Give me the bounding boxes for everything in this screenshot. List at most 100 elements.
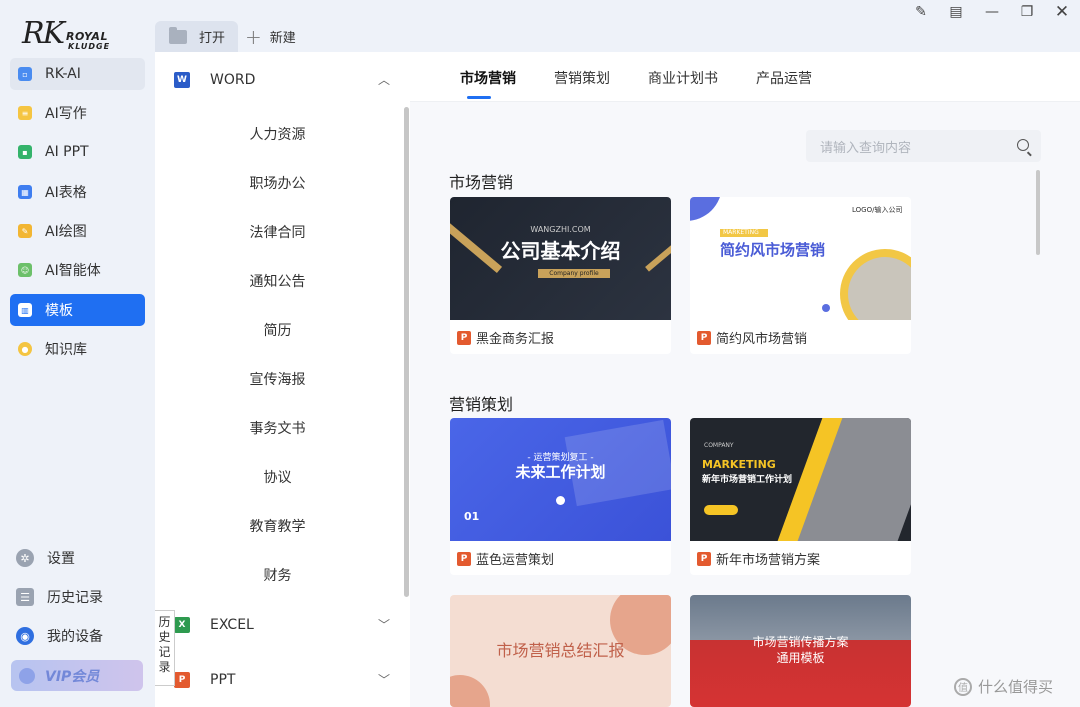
thumb-top-text: LOGO/输入公司 bbox=[852, 206, 903, 214]
template-card[interactable]: 市场营销传播方案 通用模板 bbox=[690, 595, 911, 707]
edit-icon[interactable]: ✎ bbox=[911, 2, 931, 22]
ppt-icon: P bbox=[697, 330, 711, 345]
logo-line2: KLUDGE bbox=[68, 42, 111, 51]
feedback-icon[interactable]: ▤ bbox=[946, 2, 966, 22]
chevron-down-icon[interactable]: ﹀ bbox=[378, 671, 390, 688]
thumb-title: 市场营销总结汇报 bbox=[496, 641, 625, 660]
ppt-icon: P bbox=[457, 330, 471, 345]
template-thumbnail: LOGO/输入公司 MARKETING 简约风市场营销 bbox=[690, 197, 911, 320]
thumb-title: 新年市场营销工作计划 bbox=[702, 475, 793, 485]
section-title: 市场营销 bbox=[449, 173, 514, 192]
history-side-tab[interactable]: 历 史 记 录 bbox=[155, 610, 175, 686]
template-card[interactable]: WANGZHI.COM 公司基本介绍 Company profile P 黑金商… bbox=[450, 197, 671, 354]
settings-label: 设置 bbox=[47, 551, 75, 567]
ai-draw-icon: ✎ bbox=[18, 224, 32, 238]
my-device-label: 我的设备 bbox=[47, 629, 103, 645]
thumb-subtitle: MARKETING bbox=[720, 229, 768, 237]
tab-planning[interactable]: 营销策划 bbox=[554, 68, 610, 88]
template-content: 市场营销 营销策划 商业计划书 产品运营 请输入查询内容 市场营销 WANGZH… bbox=[410, 52, 1080, 707]
subcategory-item[interactable]: 法律合同 bbox=[155, 222, 400, 242]
sidebar-item-label: AI写作 bbox=[45, 106, 87, 122]
open-button[interactable]: 打开 bbox=[155, 21, 238, 52]
sidebar-item-ai-writing[interactable]: ≡ AI写作 bbox=[10, 97, 145, 129]
template-card[interactable]: COMPANY MARKETING 新年市场营销工作计划 P 新年市场营销方案 bbox=[690, 418, 911, 575]
active-tab-indicator bbox=[467, 96, 491, 99]
ai-ppt-icon: ▪ bbox=[18, 145, 32, 159]
thumb-top-text: 01 bbox=[464, 510, 480, 523]
section-title: 营销策划 bbox=[449, 395, 514, 414]
new-label: 新建 bbox=[269, 31, 296, 46]
ppt-icon: P bbox=[697, 551, 711, 566]
search-placeholder: 请输入查询内容 bbox=[820, 140, 912, 156]
settings-button[interactable]: ✲ 设置 bbox=[16, 544, 75, 572]
template-thumbnail: COMPANY MARKETING 新年市场营销工作计划 bbox=[690, 418, 911, 541]
tab-business-plan[interactable]: 商业计划书 bbox=[648, 68, 718, 88]
subcategory-item[interactable]: 财务 bbox=[155, 565, 400, 585]
thumb-top-text: WANGZHI.COM bbox=[530, 225, 591, 234]
thumb-title: 简约风市场营销 bbox=[720, 241, 826, 259]
content-scrollbar[interactable] bbox=[1036, 170, 1040, 255]
template-thumbnail: 市场营销总结汇报 bbox=[450, 595, 671, 707]
category-ppt[interactable]: P PPT ﹀ bbox=[155, 652, 410, 707]
subcategory-item[interactable]: 事务文书 bbox=[155, 418, 400, 438]
template-card[interactable]: - 运营策划复工 - 未来工作计划 01 P 蓝色运营策划 bbox=[450, 418, 671, 575]
thumb-subtitle: 通用模板 bbox=[776, 651, 825, 665]
history-char: 史 bbox=[158, 630, 171, 644]
history-button[interactable]: ☰ 历史记录 bbox=[16, 583, 103, 611]
word-icon: W bbox=[174, 71, 190, 88]
sidebar-item-rk-ai[interactable]: ▫ RK-AI bbox=[10, 58, 145, 90]
category-word-label: WORD bbox=[210, 71, 256, 88]
sidebar-item-ai-agent[interactable]: ☺ AI智能体 bbox=[10, 254, 145, 286]
thumb-subtitle: Company profile bbox=[538, 269, 610, 278]
template-card[interactable]: 市场营销总结汇报 bbox=[450, 595, 671, 707]
search-input[interactable]: 请输入查询内容 bbox=[806, 130, 1041, 162]
top-toolbar: 打开 + 新建 ✎ ▤ — ❐ ✕ bbox=[155, 0, 1080, 52]
subcategory-item[interactable]: 宣传海报 bbox=[155, 369, 400, 389]
new-button[interactable]: + 新建 bbox=[245, 21, 296, 52]
ppt-icon: P bbox=[174, 671, 190, 688]
category-ppt-label: PPT bbox=[210, 671, 236, 688]
subcategory-item[interactable]: 人力资源 bbox=[155, 124, 400, 144]
subcategory-item[interactable]: 教育教学 bbox=[155, 516, 400, 536]
template-name: 黑金商务汇报 bbox=[476, 332, 555, 347]
subcategory-item[interactable]: 职场办公 bbox=[155, 173, 400, 193]
subcategory-item[interactable]: 通知公告 bbox=[155, 271, 400, 291]
sidebar-item-label: 模板 bbox=[45, 303, 73, 319]
subcategory-item[interactable]: 协议 bbox=[155, 467, 400, 487]
sidebar-item-template[interactable]: ▥ 模板 bbox=[10, 294, 145, 326]
close-icon[interactable]: ✕ bbox=[1052, 2, 1072, 22]
chevron-up-icon[interactable]: ︿ bbox=[378, 71, 390, 88]
history-char: 历 bbox=[158, 615, 171, 629]
tab-operations[interactable]: 产品运营 bbox=[756, 68, 812, 88]
category-word[interactable]: W WORD ︿ bbox=[155, 52, 410, 107]
device-icon: ◉ bbox=[16, 627, 34, 645]
open-label: 打开 bbox=[199, 31, 226, 46]
sidebar-item-ai-draw[interactable]: ✎ AI绘图 bbox=[10, 215, 145, 247]
sidebar-item-ai-sheet[interactable]: ▦ AI表格 bbox=[10, 176, 145, 208]
sidebar-item-ai-ppt[interactable]: ▪ AI PPT bbox=[10, 136, 145, 168]
maximize-icon[interactable]: ❐ bbox=[1017, 2, 1037, 22]
knowledge-icon: ● bbox=[18, 342, 32, 356]
tab-market[interactable]: 市场营销 bbox=[460, 68, 516, 88]
template-name: 新年市场营销方案 bbox=[716, 553, 821, 568]
left-sidebar: RK ROYAL KLUDGE ▫ RK-AI ≡ AI写作 ▪ AI PPT … bbox=[0, 0, 155, 707]
my-device-button[interactable]: ◉ 我的设备 bbox=[16, 622, 103, 650]
category-excel[interactable]: X EXCEL ﹀ bbox=[155, 597, 410, 652]
sidebar-item-knowledge[interactable]: ● 知识库 bbox=[10, 333, 145, 365]
ai-writing-icon: ≡ bbox=[18, 106, 32, 120]
category-panel: W WORD ︿ 人力资源 职场办公 法律合同 通知公告 简历 宣传海报 事务文… bbox=[155, 52, 410, 707]
ai-agent-icon: ☺ bbox=[18, 263, 32, 277]
subcategory-item[interactable]: 简历 bbox=[155, 320, 400, 340]
folder-icon bbox=[169, 26, 187, 44]
chevron-down-icon[interactable]: ﹀ bbox=[378, 616, 390, 633]
category-excel-label: EXCEL bbox=[210, 616, 254, 633]
minimize-icon[interactable]: — bbox=[982, 2, 1002, 22]
history-char: 录 bbox=[158, 660, 171, 674]
thumb-title: 未来工作计划 bbox=[515, 463, 606, 481]
template-card[interactable]: LOGO/输入公司 MARKETING 简约风市场营销 P 简约风市场营销 bbox=[690, 197, 911, 354]
search-icon[interactable] bbox=[1017, 139, 1029, 151]
sidebar-item-label: AI绘图 bbox=[45, 224, 87, 240]
vip-button[interactable]: VIP会员 bbox=[11, 660, 143, 691]
category-scrollbar[interactable] bbox=[404, 107, 409, 597]
sidebar-item-label: AI PPT bbox=[45, 144, 89, 160]
